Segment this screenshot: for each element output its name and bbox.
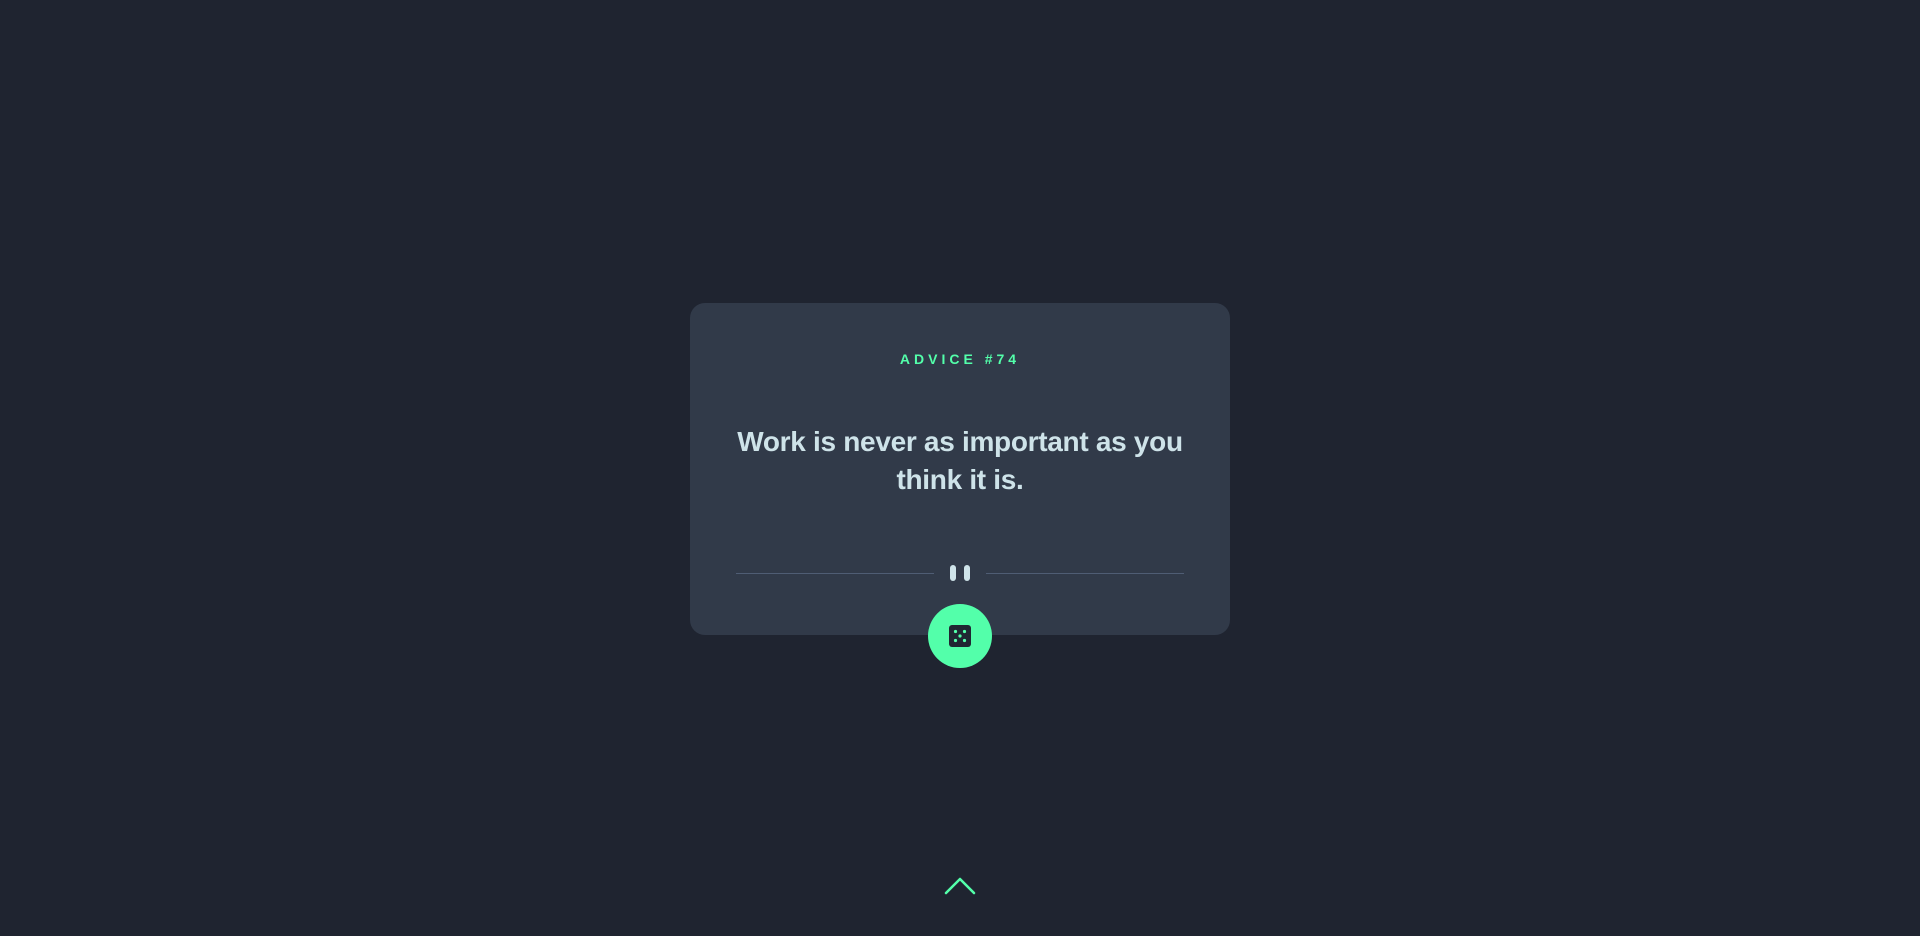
divider [736, 565, 1184, 581]
pause-bar-left [950, 565, 956, 581]
advice-id: ADVICE #74 [899, 351, 1021, 367]
divider-line-left [736, 573, 934, 574]
advice-card: ADVICE #74 Work is never as important as… [690, 303, 1230, 635]
chevron-up-icon[interactable] [943, 874, 977, 896]
pause-bar-right [964, 565, 970, 581]
dice-icon [949, 625, 971, 647]
pause-icon [950, 565, 970, 581]
divider-line-right [986, 573, 1184, 574]
page: ADVICE #74 Work is never as important as… [0, 0, 1920, 939]
advice-text: Work is never as important as you think … [737, 426, 1183, 495]
new-advice-button[interactable] [928, 604, 992, 668]
